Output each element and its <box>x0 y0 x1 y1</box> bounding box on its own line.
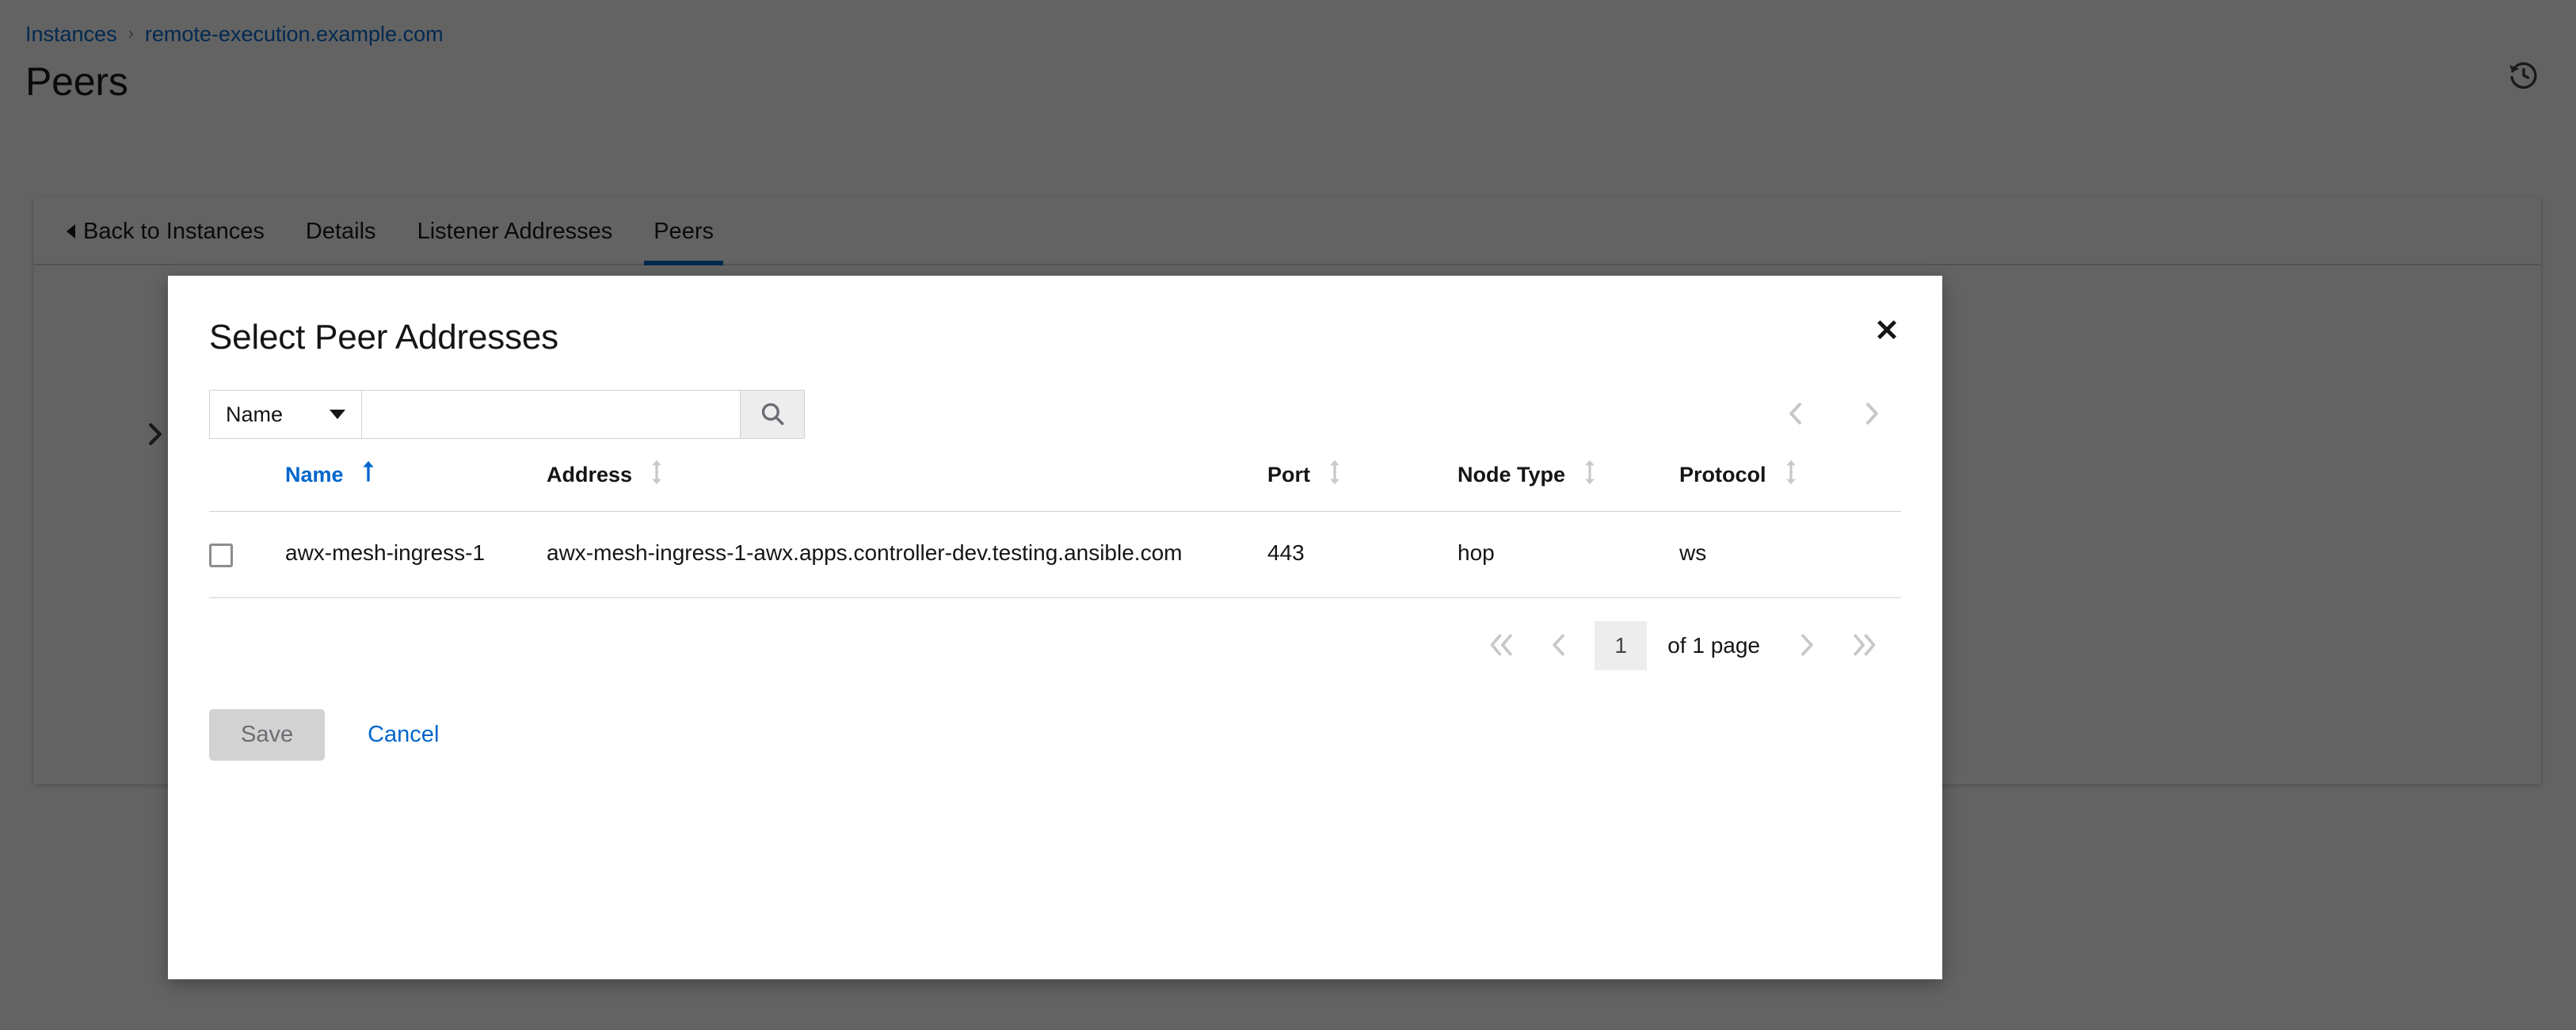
row-select-cell <box>209 511 285 598</box>
column-header-address-label: Address <box>547 463 633 486</box>
column-header-protocol[interactable]: Protocol <box>1679 460 1901 512</box>
sort-icon[interactable] <box>650 460 664 490</box>
toolbar-next-page-button[interactable] <box>1858 397 1885 433</box>
search-input[interactable] <box>361 390 740 439</box>
toolbar-prev-page-button[interactable] <box>1782 397 1809 433</box>
select-peer-addresses-modal: Select Peer Addresses ✕ Name Name Addres… <box>168 276 1942 979</box>
double-chevron-left-icon <box>1488 633 1515 659</box>
first-page-button[interactable] <box>1471 625 1533 667</box>
peer-addresses-table: Name Address Port Node Type Protocol awx… <box>209 460 1901 598</box>
table-row[interactable]: awx-mesh-ingress-1 awx-mesh-ingress-1-aw… <box>209 511 1901 598</box>
modal-toolbar: Name <box>168 364 1942 441</box>
page-number-input[interactable]: 1 <box>1595 621 1648 670</box>
sort-icon[interactable] <box>1583 460 1597 490</box>
cancel-button[interactable]: Cancel <box>353 709 453 761</box>
cell-protocol: ws <box>1679 511 1901 598</box>
sort-icon[interactable] <box>1784 460 1798 490</box>
row-select-checkbox[interactable] <box>209 544 233 567</box>
modal-header: Select Peer Addresses ✕ <box>168 276 1942 364</box>
table-head: Name Address Port Node Type Protocol <box>209 460 1901 512</box>
toolbar-pagination <box>1782 397 1901 433</box>
column-header-protocol-label: Protocol <box>1679 463 1766 486</box>
column-header-name[interactable]: Name <box>285 460 547 512</box>
search-group: Name <box>209 390 805 439</box>
page-count-label: of 1 page <box>1667 633 1760 658</box>
filter-type-label: Name <box>226 402 284 426</box>
cell-node-type: hop <box>1458 511 1679 598</box>
chevron-right-icon <box>1798 633 1816 659</box>
column-header-node-type[interactable]: Node Type <box>1458 460 1679 512</box>
save-button[interactable]: Save <box>209 709 326 761</box>
double-chevron-right-icon <box>1850 633 1877 659</box>
column-header-name-label: Name <box>285 463 344 486</box>
filter-type-select[interactable]: Name <box>209 390 361 439</box>
next-page-button[interactable] <box>1781 625 1833 667</box>
previous-page-button[interactable] <box>1533 625 1585 667</box>
chevron-right-icon <box>1863 402 1881 428</box>
sort-icon[interactable] <box>1328 460 1342 490</box>
search-button[interactable] <box>740 390 805 439</box>
search-icon <box>759 400 786 429</box>
bottom-pagination: 1 of 1 page <box>168 598 1942 674</box>
column-header-port[interactable]: Port <box>1267 460 1458 512</box>
column-header-node-type-label: Node Type <box>1458 463 1566 486</box>
chevron-left-icon <box>1550 633 1568 659</box>
chevron-down-icon <box>330 410 345 419</box>
column-header-port-label: Port <box>1267 463 1310 486</box>
column-header-address[interactable]: Address <box>547 460 1267 512</box>
close-icon-button[interactable]: ✕ <box>1862 306 1912 357</box>
cell-address: awx-mesh-ingress-1-awx.apps.controller-d… <box>547 511 1267 598</box>
last-page-button[interactable] <box>1833 625 1895 667</box>
table-header-row: Name Address Port Node Type Protocol <box>209 460 1901 512</box>
sort-ascending-icon[interactable] <box>361 460 375 490</box>
table-body: awx-mesh-ingress-1 awx-mesh-ingress-1-aw… <box>209 511 1901 598</box>
modal-title: Select Peer Addresses <box>209 318 558 357</box>
column-header-select <box>209 460 285 512</box>
cell-name: awx-mesh-ingress-1 <box>285 511 547 598</box>
modal-footer: Save Cancel <box>168 674 1942 761</box>
chevron-left-icon <box>1787 402 1804 428</box>
cell-port: 443 <box>1267 511 1458 598</box>
